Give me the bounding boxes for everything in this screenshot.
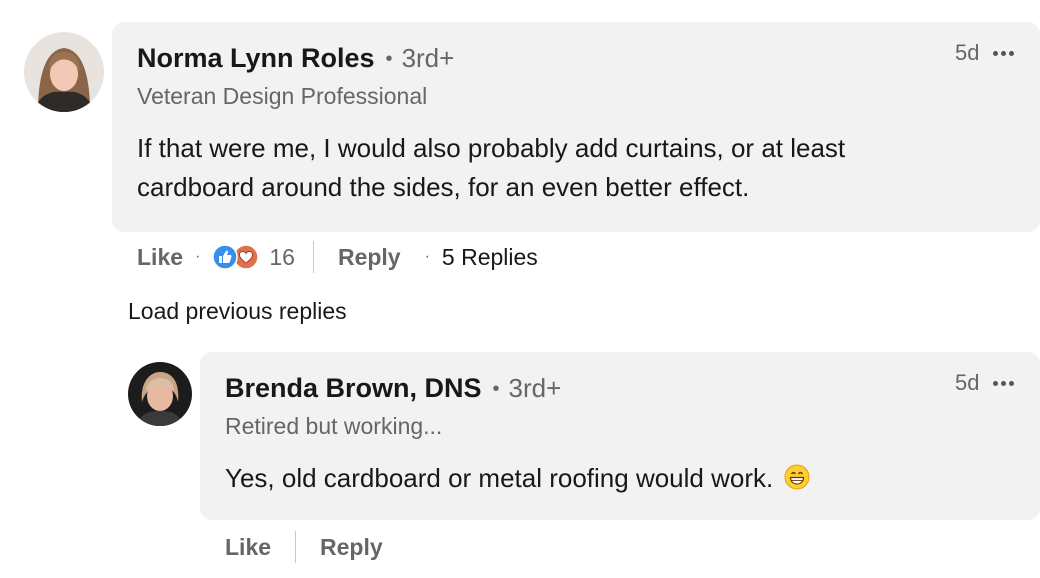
connection-degree: 3rd+ bbox=[401, 43, 455, 73]
divider bbox=[312, 241, 314, 273]
separator-dot: · bbox=[195, 248, 201, 265]
reply-actions: Like Reply bbox=[225, 530, 383, 564]
divider bbox=[295, 531, 297, 563]
reply-header: Brenda Brown, DNS • 3rd+ bbox=[225, 373, 561, 404]
separator-dot: • bbox=[385, 48, 393, 70]
reactions-summary[interactable] bbox=[212, 244, 260, 270]
timestamp: 5d bbox=[955, 370, 980, 395]
reply-button[interactable]: Reply bbox=[338, 244, 401, 271]
reply-text-content: Yes, old cardboard or metal roofing woul… bbox=[225, 463, 774, 493]
ellipsis-icon[interactable] bbox=[993, 43, 1015, 63]
comment-text: If that were me, I would also probably a… bbox=[137, 133, 846, 202]
like-reaction-icon bbox=[212, 244, 239, 270]
reply-text: Yes, old cardboard or metal roofing woul… bbox=[225, 459, 1005, 498]
reply-meta: 5d bbox=[955, 370, 1015, 396]
ellipsis-icon[interactable] bbox=[993, 373, 1015, 393]
author-name[interactable]: Brenda Brown, DNS bbox=[225, 373, 482, 404]
like-button[interactable]: Like bbox=[137, 244, 183, 271]
reply-button[interactable]: Reply bbox=[320, 534, 383, 561]
grinning-face-emoji bbox=[784, 464, 810, 490]
author-headline: Veteran Design Professional bbox=[137, 83, 428, 109]
connection-degree: 3rd+ bbox=[508, 373, 562, 403]
comment-meta: 5d bbox=[955, 40, 1015, 66]
comment-actions: Like · 16 Reply · 5 Replies bbox=[137, 240, 538, 274]
separator-dot: • bbox=[492, 378, 500, 400]
separator-dot: · bbox=[424, 248, 430, 265]
author-name[interactable]: Norma Lynn Roles bbox=[137, 43, 375, 74]
like-button[interactable]: Like bbox=[225, 534, 271, 561]
author-headline: Retired but working... bbox=[225, 413, 443, 439]
replies-count-link[interactable]: 5 Replies bbox=[442, 244, 538, 271]
reaction-count[interactable]: 16 bbox=[269, 244, 295, 271]
avatar-norma[interactable] bbox=[24, 32, 104, 112]
load-previous-replies-link[interactable]: Load previous replies bbox=[128, 298, 347, 325]
comment-header: Norma Lynn Roles • 3rd+ bbox=[137, 43, 454, 74]
avatar-brenda[interactable] bbox=[128, 362, 192, 426]
timestamp: 5d bbox=[955, 40, 980, 65]
